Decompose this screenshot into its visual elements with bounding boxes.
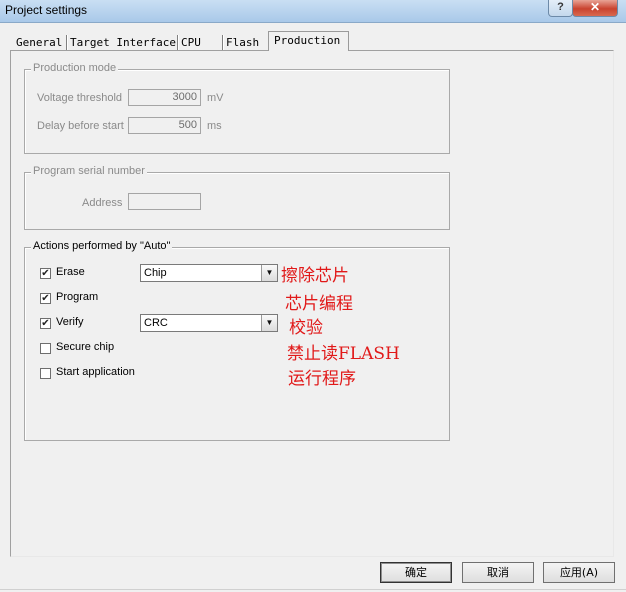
tab-production[interactable]: Production — [268, 31, 349, 51]
window-title: Project settings — [5, 3, 88, 17]
annotation-secure: 禁止读FLASH — [287, 344, 400, 364]
group-title: Actions performed by "Auto" — [31, 240, 173, 252]
production-mode-group: Production mode Voltage threshold 3000 m… — [24, 62, 450, 154]
tab-label: CPU — [181, 36, 201, 49]
tab-cpu[interactable]: CPU — [175, 35, 223, 51]
apply-button[interactable]: 应用(A) — [543, 562, 615, 583]
erase-label: Erase — [56, 266, 85, 278]
secure-chip-checkbox[interactable] — [40, 343, 51, 354]
annotation-verify: 校验 — [289, 318, 323, 338]
annotation-start: 运行程序 — [288, 369, 356, 389]
tab-label: Production — [274, 34, 341, 47]
verify-mode-select[interactable]: CRC ▼ — [140, 314, 278, 332]
program-label: Program — [56, 291, 99, 303]
start-application-checkbox[interactable] — [40, 368, 51, 379]
tab-target-interface[interactable]: Target Interface — [64, 35, 178, 51]
program-serial-number-group: Program serial number Address — [24, 165, 450, 230]
title-bar: Project settings ? ✕ — [0, 0, 626, 23]
close-button[interactable]: ✕ — [572, 0, 618, 17]
verify-checkbox[interactable]: ✔ — [40, 318, 51, 329]
erase-checkbox[interactable]: ✔ — [40, 268, 51, 279]
tab-flash[interactable]: Flash — [220, 35, 272, 51]
annotation-erase: 擦除芯片 — [281, 266, 349, 286]
cancel-button[interactable]: 取消 — [462, 562, 534, 583]
tab-general[interactable]: General — [10, 35, 67, 51]
delay-before-start-field[interactable]: 500 — [128, 117, 201, 134]
address-field[interactable] — [128, 193, 201, 210]
voltage-unit: mV — [207, 92, 224, 104]
divider — [0, 589, 626, 590]
secure-chip-label: Secure chip — [56, 341, 115, 353]
annotation-program: 芯片编程 — [285, 294, 353, 314]
program-checkbox[interactable]: ✔ — [40, 293, 51, 304]
verify-label: Verify — [56, 316, 84, 328]
erase-mode-select[interactable]: Chip ▼ — [140, 264, 278, 282]
tab-label: General — [16, 36, 63, 49]
voltage-threshold-field[interactable]: 3000 — [128, 89, 201, 106]
delay-unit: ms — [207, 120, 222, 132]
help-button[interactable]: ? — [548, 0, 573, 17]
tab-label: Target Interface — [70, 36, 176, 49]
group-title: Production mode — [31, 62, 119, 74]
ok-button[interactable]: 确定 — [380, 562, 452, 583]
group-title: Program serial number — [31, 165, 147, 177]
delay-before-start-label: Delay before start — [37, 120, 124, 132]
voltage-threshold-label: Voltage threshold — [37, 92, 123, 104]
chevron-down-icon[interactable]: ▼ — [261, 265, 277, 281]
address-label: Address — [82, 197, 123, 209]
verify-mode-value: CRC — [144, 317, 168, 329]
start-application-label: Start application — [56, 366, 135, 378]
chevron-down-icon[interactable]: ▼ — [261, 315, 277, 331]
erase-mode-value: Chip — [144, 267, 167, 279]
tab-label: Flash — [226, 36, 260, 49]
